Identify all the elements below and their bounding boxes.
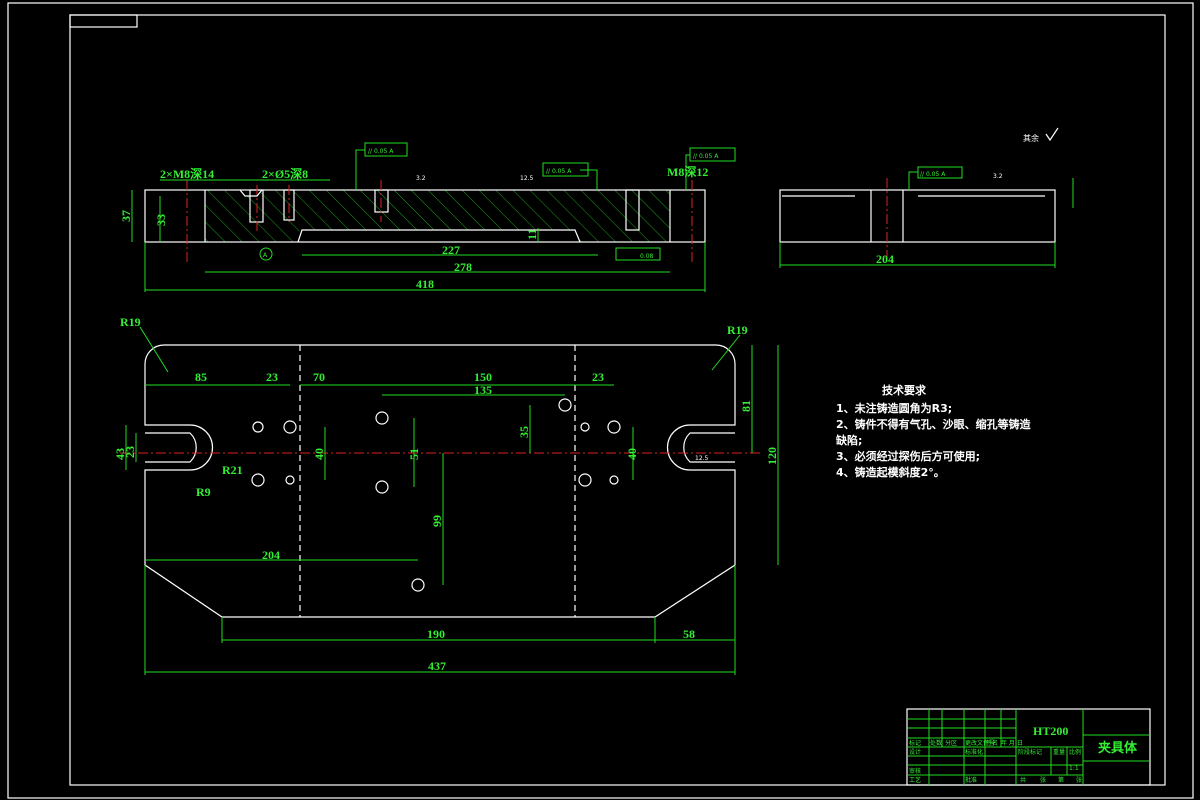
tolerance-parallel-1: // 0.05 A bbox=[368, 148, 394, 155]
tb-cell: 标记 bbox=[909, 739, 921, 747]
tb-cell: 标准化 bbox=[965, 748, 983, 756]
dim-418: 418 bbox=[416, 277, 434, 291]
roughness-check-icon bbox=[1045, 127, 1059, 142]
tb-cell: 批准 bbox=[965, 776, 977, 784]
plan-view: R19 R19 85 23 70 150 135 23 43 23 40 51 … bbox=[113, 315, 779, 675]
label-m8-depth14: 2×M8深14 bbox=[160, 166, 214, 181]
tb-cell: 张 bbox=[1040, 776, 1046, 784]
tech-item: 1、未注铸造圆角为R3; bbox=[836, 401, 952, 415]
sheet-border bbox=[7, 2, 1194, 799]
part-name: 夹具体 bbox=[1098, 740, 1138, 755]
dim-204-side: 204 bbox=[876, 252, 894, 266]
tb-cell: 分区 bbox=[945, 739, 957, 747]
code-box bbox=[69, 14, 138, 28]
roughness-1: 3.2 bbox=[416, 175, 426, 182]
dim-135: 135 bbox=[474, 383, 492, 397]
label-d5-depth8: 2×Ø5深8 bbox=[262, 166, 308, 181]
tb-cell: 年 月 日 bbox=[1001, 739, 1023, 747]
front-view: 2×M8深14 2×Ø5深8 M8深12 // 0.05 A // 0.05 A… bbox=[119, 142, 736, 292]
dim-40-left: 40 bbox=[312, 448, 326, 460]
tb-cell: 处数 bbox=[930, 739, 942, 747]
dim-r19-right: R19 bbox=[727, 323, 748, 337]
dim-33: 33 bbox=[154, 214, 168, 226]
tech-item: 4、铸造起模斜度2°。 bbox=[836, 465, 945, 479]
dim-37: 37 bbox=[119, 210, 133, 222]
roughness-slot: 12.5 bbox=[695, 455, 709, 462]
dim-190: 190 bbox=[427, 627, 445, 641]
dim-40-right: 40 bbox=[625, 448, 639, 460]
dim-51: 51 bbox=[407, 448, 421, 460]
dim-120: 120 bbox=[765, 447, 779, 465]
technical-requirements: 技术要求 1、未注铸造圆角为R3; 2、铸件不得有气孔、沙眼、缩孔等铸造 缺陷;… bbox=[835, 383, 1032, 479]
dim-r19-left: R19 bbox=[120, 315, 141, 329]
dim-58: 58 bbox=[683, 627, 695, 641]
title-block: HT200 夹具体 1:1 标记 处数 分区 更改文件号 签名 年 月 日 设计… bbox=[906, 708, 1151, 786]
tech-title: 技术要求 bbox=[882, 383, 927, 397]
tech-item: 缺陷; bbox=[835, 433, 862, 447]
scale: 1:1 bbox=[1069, 765, 1079, 772]
tb-cell: 审核 bbox=[909, 767, 921, 775]
tb-cell: 张 bbox=[1076, 776, 1082, 784]
frame-border bbox=[69, 14, 1166, 786]
dim-204: 204 bbox=[262, 548, 280, 562]
dim-437: 437 bbox=[428, 659, 446, 673]
other-roughness-label: 其余 bbox=[1023, 133, 1039, 143]
datum-a: A bbox=[263, 252, 268, 259]
dim-11: 11 bbox=[525, 229, 539, 240]
cad-drawing: 2×M8深14 2×Ø5深8 M8深12 // 0.05 A // 0.05 A… bbox=[7, 2, 1194, 799]
material: HT200 bbox=[1033, 724, 1068, 738]
tb-cell: 比例 bbox=[1069, 748, 1081, 756]
side-tolerance-parallel: // 0.05 A bbox=[920, 171, 946, 178]
tb-cell: 工艺 bbox=[909, 776, 921, 784]
tb-cell: 重量 bbox=[1053, 748, 1065, 756]
tb-cell: 第 bbox=[1058, 776, 1064, 784]
dim-23-slot: 23 bbox=[123, 446, 137, 458]
dim-227: 227 bbox=[442, 243, 460, 257]
tech-item: 2、铸件不得有气孔、沙眼、缩孔等铸造 bbox=[836, 417, 1032, 431]
side-roughness: 3.2 bbox=[993, 173, 1003, 180]
dim-99: 99 bbox=[430, 515, 444, 527]
tolerance-parallel-3: // 0.05 A bbox=[693, 153, 719, 160]
tb-cell: 设计 bbox=[909, 748, 921, 756]
dim-85: 85 bbox=[195, 370, 207, 384]
tolerance-flatness: 0.08 bbox=[640, 253, 654, 260]
roughness-2: 12.5 bbox=[520, 175, 534, 182]
tolerance-parallel-2: // 0.05 A bbox=[546, 168, 572, 175]
dim-r9: R9 bbox=[196, 485, 211, 499]
dim-70: 70 bbox=[313, 370, 325, 384]
tb-cell: 阶段标记 bbox=[1018, 748, 1042, 756]
tech-item: 3、必须经过探伤后方可使用; bbox=[836, 449, 980, 463]
label-m8-depth12: M8深12 bbox=[667, 164, 708, 179]
dim-23-left: 23 bbox=[266, 370, 278, 384]
dim-35: 35 bbox=[517, 426, 531, 438]
holes bbox=[251, 398, 621, 592]
tb-cell: 共 bbox=[1020, 776, 1026, 784]
side-view: // 0.05 A 3.2 204 其余 bbox=[779, 127, 1074, 268]
dim-150: 150 bbox=[474, 370, 492, 384]
tb-cell: 签名 bbox=[986, 739, 998, 747]
dim-23-right: 23 bbox=[592, 370, 604, 384]
dim-81: 81 bbox=[739, 400, 753, 412]
dim-278: 278 bbox=[454, 260, 472, 274]
dim-r21: R21 bbox=[222, 463, 243, 477]
